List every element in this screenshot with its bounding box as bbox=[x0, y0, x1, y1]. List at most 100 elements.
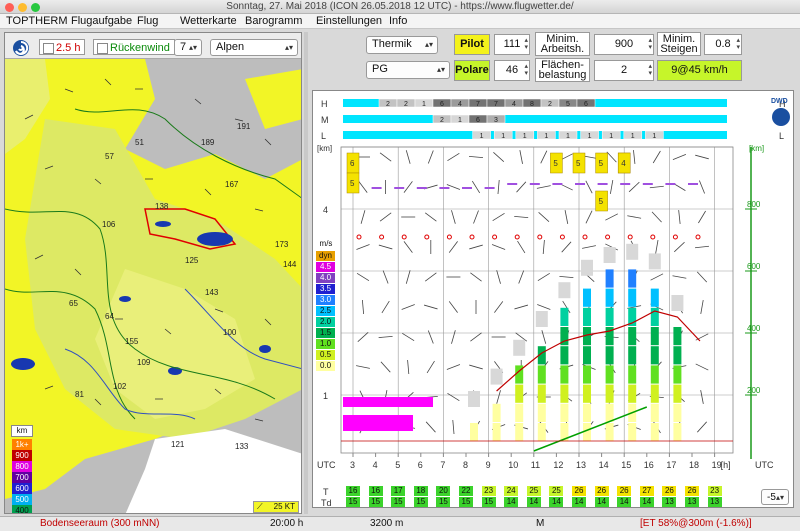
temperature-value: 26 bbox=[572, 486, 586, 496]
wind-barb bbox=[468, 155, 484, 159]
inversion-mark bbox=[642, 183, 653, 185]
dewpoint-value: 15 bbox=[459, 497, 473, 507]
low-layer bbox=[343, 415, 413, 431]
km-legend-item: 900 bbox=[12, 450, 32, 461]
wind-barb bbox=[537, 304, 551, 310]
right-tick-label: 600 bbox=[747, 262, 761, 271]
dewpoint-value: 14 bbox=[594, 497, 609, 507]
wind-barb bbox=[651, 211, 662, 223]
wind-barb bbox=[699, 180, 705, 194]
cloud-column bbox=[648, 253, 661, 270]
left-unit-label: [km] bbox=[317, 144, 332, 153]
x-tick-label: 9 bbox=[486, 460, 491, 470]
wind-barb bbox=[407, 359, 410, 375]
menu-toptherm[interactable]: TOPTHERM bbox=[6, 15, 68, 28]
cloud-cover-value: 2 bbox=[386, 101, 390, 108]
wing-load-label: Flächen-belastung bbox=[535, 58, 590, 82]
contour-label: 125 bbox=[185, 256, 199, 265]
low-layer bbox=[343, 397, 433, 407]
menu-barogramm[interactable]: Barogramm bbox=[245, 15, 302, 28]
wing-load-field[interactable]: 2 ▴ ▾ bbox=[594, 60, 654, 81]
wind-barb bbox=[517, 240, 526, 254]
status-bar: Bodenseeraum (300 mNN) 20:00 h 3200 m M … bbox=[0, 516, 800, 531]
minimize-window-button[interactable] bbox=[18, 3, 27, 12]
freezing-mark bbox=[537, 234, 543, 240]
wind-barb bbox=[356, 244, 370, 250]
wind-barb bbox=[470, 272, 482, 282]
wind-barb bbox=[492, 212, 505, 222]
dewpoint-label: Td bbox=[321, 498, 332, 507]
thermal-segment bbox=[515, 423, 524, 442]
thermal-segment bbox=[492, 423, 501, 442]
wind-barb bbox=[469, 364, 483, 370]
level-select[interactable]: 7 ▴▾ bbox=[174, 39, 202, 56]
wind-barb bbox=[424, 212, 437, 222]
stepper-icon[interactable]: ▴ ▾ bbox=[736, 37, 740, 51]
menu-wetterkarte[interactable]: Wetterkarte bbox=[180, 15, 237, 28]
thermal-segment bbox=[492, 403, 501, 422]
forecast-chart-canvas: HH221647748256MM2163LL111111111DWD[km][k… bbox=[317, 98, 790, 507]
wind-barb bbox=[425, 421, 436, 433]
menu-einstellungen[interactable]: Einstellungen bbox=[316, 15, 382, 28]
wind-barb bbox=[627, 215, 642, 219]
contour-label: 189 bbox=[201, 138, 215, 147]
temperature-value: 20 bbox=[436, 486, 451, 496]
contour-label: 133 bbox=[235, 442, 249, 451]
stepper-icon[interactable]: ▴ ▾ bbox=[524, 37, 528, 51]
dewpoint-value: 14 bbox=[639, 497, 654, 507]
close-window-button[interactable] bbox=[5, 3, 14, 12]
dewpoint-value: 14 bbox=[572, 497, 586, 507]
wind-barb bbox=[695, 154, 709, 160]
km-legend-item: 700 bbox=[12, 472, 32, 483]
panel-splitter[interactable] bbox=[304, 32, 308, 514]
wind-barb bbox=[496, 270, 501, 284]
terrain-map[interactable]: 191 167 106 138 125 173 144 65 155 109 1… bbox=[5, 59, 302, 514]
thermal-segment bbox=[673, 327, 682, 346]
time-checkbox[interactable]: 2.5 h bbox=[39, 39, 86, 55]
stepper-icon[interactable]: ▴ ▾ bbox=[524, 63, 528, 77]
wind-barb bbox=[561, 241, 572, 253]
cumulus-label: 6 bbox=[350, 159, 355, 168]
right-tick-label: 400 bbox=[747, 324, 761, 333]
wind-barb bbox=[628, 181, 640, 193]
min-work-height-field[interactable]: 900 ▴ ▾ bbox=[594, 34, 654, 55]
stepper-icon[interactable]: ▴ ▾ bbox=[648, 37, 652, 51]
offset-select[interactable]: -5 ▴▾ bbox=[761, 489, 789, 505]
wind-barb bbox=[469, 244, 483, 250]
type-select[interactable]: Thermik ▴▾ bbox=[366, 36, 438, 54]
zoom-window-button[interactable] bbox=[31, 3, 40, 12]
pilot-weight-field[interactable]: 111 ▴ ▾ bbox=[494, 34, 530, 55]
x-axis-unit: [h] bbox=[721, 460, 731, 470]
menu-info[interactable]: Info bbox=[389, 15, 407, 28]
wind-barb-icon: ⟋ bbox=[257, 502, 263, 511]
glider-select[interactable]: PG ▴▾ bbox=[366, 61, 450, 79]
thermal-segment bbox=[673, 403, 682, 422]
ms-legend-item: 4.5 bbox=[316, 262, 335, 272]
cloud-cover-value: 2 bbox=[440, 117, 444, 124]
inversion-mark bbox=[529, 183, 540, 185]
wind-barb bbox=[423, 304, 438, 310]
wind-barb bbox=[405, 150, 411, 164]
thermal-segment bbox=[673, 346, 682, 365]
x-tick-label: 4 bbox=[373, 460, 378, 470]
stepper-icon[interactable]: ▴ ▾ bbox=[648, 63, 652, 77]
forecast-chart[interactable]: HH221647748256MM2163LL111111111DWD[km][k… bbox=[312, 90, 794, 508]
temperature-value: 23 bbox=[481, 486, 496, 496]
min-climb-field[interactable]: 0.8 ▴ ▾ bbox=[704, 34, 742, 55]
x-tick-label: 14 bbox=[599, 460, 609, 470]
inversion-mark bbox=[620, 183, 631, 185]
cloud-row-bar bbox=[343, 131, 727, 139]
contour-label: 121 bbox=[171, 440, 185, 449]
thermal-segment bbox=[673, 423, 682, 442]
menu-flug[interactable]: Flug bbox=[137, 15, 158, 28]
cloud-cover-value: 6 bbox=[584, 101, 588, 108]
region-select[interactable]: Alpen ▴▾ bbox=[210, 39, 298, 56]
dewpoint-value: 15 bbox=[481, 497, 496, 507]
cloud-cover-value: 1 bbox=[631, 133, 635, 140]
result-display: 9@45 km/h bbox=[657, 60, 742, 81]
thermal-segment bbox=[628, 346, 637, 365]
tailwind-checkbox[interactable]: Rückenwind bbox=[93, 39, 175, 55]
polar-field[interactable]: 46 ▴ ▾ bbox=[494, 60, 530, 81]
thermal-segment bbox=[583, 365, 591, 384]
menu-flugaufgabe[interactable]: Flugaufgabe bbox=[71, 15, 132, 28]
